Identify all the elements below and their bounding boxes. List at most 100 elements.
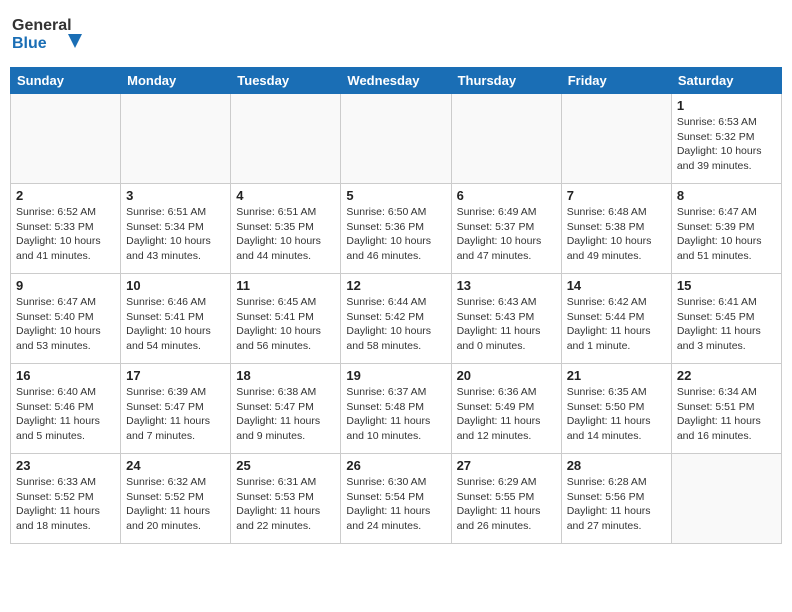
calendar-week-2: 9Sunrise: 6:47 AM Sunset: 5:40 PM Daylig… xyxy=(11,274,782,364)
day-info: Sunrise: 6:53 AM Sunset: 5:32 PM Dayligh… xyxy=(677,115,776,174)
calendar-cell xyxy=(671,454,781,544)
day-info: Sunrise: 6:44 AM Sunset: 5:42 PM Dayligh… xyxy=(346,295,445,354)
day-number: 27 xyxy=(457,458,556,473)
calendar-cell: 1 Sunrise: 6:53 AM Sunset: 5:32 PM Daylig… xyxy=(671,94,781,184)
day-number: 3 xyxy=(126,188,225,203)
weekday-header-thursday: Thursday xyxy=(451,68,561,94)
day-info: Sunrise: 6:42 AM Sunset: 5:44 PM Dayligh… xyxy=(567,295,666,354)
calendar-cell: 12 Sunrise: 6:44 AM Sunset: 5:42 PM Dayli… xyxy=(341,274,451,364)
day-info: Sunrise: 6:36 AM Sunset: 5:49 PM Dayligh… xyxy=(457,385,556,444)
calendar-cell: 9Sunrise: 6:47 AM Sunset: 5:40 PM Daylig… xyxy=(11,274,121,364)
day-number: 5 xyxy=(346,188,445,203)
day-number: 4 xyxy=(236,188,335,203)
calendar-week-4: 23 Sunrise: 6:33 AM Sunset: 5:52 PM Dayli… xyxy=(11,454,782,544)
calendar-cell: 18Sunrise: 6:38 AM Sunset: 5:47 PM Dayli… xyxy=(231,364,341,454)
weekday-header-saturday: Saturday xyxy=(671,68,781,94)
day-number: 23 xyxy=(16,458,115,473)
logo-text: General Blue xyxy=(10,10,90,59)
day-info: Sunrise: 6:49 AM Sunset: 5:37 PM Dayligh… xyxy=(457,205,556,264)
calendar-cell: 23 Sunrise: 6:33 AM Sunset: 5:52 PM Dayli… xyxy=(11,454,121,544)
day-info: Sunrise: 6:46 AM Sunset: 5:41 PM Dayligh… xyxy=(126,295,225,354)
calendar-cell xyxy=(341,94,451,184)
logo-svg: General Blue xyxy=(10,10,90,54)
day-info: Sunrise: 6:29 AM Sunset: 5:55 PM Dayligh… xyxy=(457,475,556,534)
day-number: 17 xyxy=(126,368,225,383)
calendar-cell: 25 Sunrise: 6:31 AM Sunset: 5:53 PM Dayli… xyxy=(231,454,341,544)
calendar-cell: 11 Sunrise: 6:45 AM Sunset: 5:41 PM Dayli… xyxy=(231,274,341,364)
day-number: 1 xyxy=(677,98,776,113)
day-info: Sunrise: 6:47 AM Sunset: 5:39 PM Dayligh… xyxy=(677,205,776,264)
day-info: Sunrise: 6:28 AM Sunset: 5:56 PM Dayligh… xyxy=(567,475,666,534)
weekday-header-monday: Monday xyxy=(121,68,231,94)
calendar-cell: 14 Sunrise: 6:42 AM Sunset: 5:44 PM Dayli… xyxy=(561,274,671,364)
day-info: Sunrise: 6:40 AM Sunset: 5:46 PM Dayligh… xyxy=(16,385,115,444)
day-number: 20 xyxy=(457,368,556,383)
day-info: Sunrise: 6:52 AM Sunset: 5:33 PM Dayligh… xyxy=(16,205,115,264)
day-number: 24 xyxy=(126,458,225,473)
day-number: 25 xyxy=(236,458,335,473)
day-number: 12 xyxy=(346,278,445,293)
day-info: Sunrise: 6:37 AM Sunset: 5:48 PM Dayligh… xyxy=(346,385,445,444)
day-info: Sunrise: 6:31 AM Sunset: 5:53 PM Dayligh… xyxy=(236,475,335,534)
day-number: 7 xyxy=(567,188,666,203)
calendar-cell xyxy=(121,94,231,184)
day-info: Sunrise: 6:51 AM Sunset: 5:35 PM Dayligh… xyxy=(236,205,335,264)
calendar-cell: 28Sunrise: 6:28 AM Sunset: 5:56 PM Dayli… xyxy=(561,454,671,544)
day-info: Sunrise: 6:30 AM Sunset: 5:54 PM Dayligh… xyxy=(346,475,445,534)
calendar-cell: 5 Sunrise: 6:50 AM Sunset: 5:36 PM Daylig… xyxy=(341,184,451,274)
day-number: 11 xyxy=(236,278,335,293)
calendar-cell: 16 Sunrise: 6:40 AM Sunset: 5:46 PM Dayli… xyxy=(11,364,121,454)
page-header: General Blue xyxy=(10,10,782,59)
calendar-cell: 4 Sunrise: 6:51 AM Sunset: 5:35 PM Daylig… xyxy=(231,184,341,274)
weekday-header-friday: Friday xyxy=(561,68,671,94)
calendar-cell: 19 Sunrise: 6:37 AM Sunset: 5:48 PM Dayli… xyxy=(341,364,451,454)
day-number: 15 xyxy=(677,278,776,293)
day-number: 21 xyxy=(567,368,666,383)
calendar-cell xyxy=(231,94,341,184)
calendar-cell xyxy=(561,94,671,184)
svg-text:General: General xyxy=(12,17,72,34)
day-number: 16 xyxy=(16,368,115,383)
day-number: 13 xyxy=(457,278,556,293)
calendar-cell: 27 Sunrise: 6:29 AM Sunset: 5:55 PM Dayli… xyxy=(451,454,561,544)
calendar-table: SundayMondayTuesdayWednesdayThursdayFrid… xyxy=(10,67,782,544)
day-number: 14 xyxy=(567,278,666,293)
day-info: Sunrise: 6:50 AM Sunset: 5:36 PM Dayligh… xyxy=(346,205,445,264)
day-info: Sunrise: 6:51 AM Sunset: 5:34 PM Dayligh… xyxy=(126,205,225,264)
day-number: 19 xyxy=(346,368,445,383)
calendar-header: SundayMondayTuesdayWednesdayThursdayFrid… xyxy=(11,68,782,94)
day-number: 26 xyxy=(346,458,445,473)
day-info: Sunrise: 6:43 AM Sunset: 5:43 PM Dayligh… xyxy=(457,295,556,354)
day-number: 18 xyxy=(236,368,335,383)
calendar-cell: 20 Sunrise: 6:36 AM Sunset: 5:49 PM Dayli… xyxy=(451,364,561,454)
calendar-cell: 24 Sunrise: 6:32 AM Sunset: 5:52 PM Dayli… xyxy=(121,454,231,544)
calendar-cell: 3 Sunrise: 6:51 AM Sunset: 5:34 PM Daylig… xyxy=(121,184,231,274)
calendar-cell: 10Sunrise: 6:46 AM Sunset: 5:41 PM Dayli… xyxy=(121,274,231,364)
calendar-cell: 6 Sunrise: 6:49 AM Sunset: 5:37 PM Daylig… xyxy=(451,184,561,274)
weekday-header-sunday: Sunday xyxy=(11,68,121,94)
svg-text:Blue: Blue xyxy=(12,35,47,52)
day-info: Sunrise: 6:41 AM Sunset: 5:45 PM Dayligh… xyxy=(677,295,776,354)
calendar-cell: 22 Sunrise: 6:34 AM Sunset: 5:51 PM Dayli… xyxy=(671,364,781,454)
day-info: Sunrise: 6:33 AM Sunset: 5:52 PM Dayligh… xyxy=(16,475,115,534)
calendar-body: 1 Sunrise: 6:53 AM Sunset: 5:32 PM Daylig… xyxy=(11,94,782,544)
day-number: 22 xyxy=(677,368,776,383)
calendar-cell: 17 Sunrise: 6:39 AM Sunset: 5:47 PM Dayli… xyxy=(121,364,231,454)
calendar-cell: 2Sunrise: 6:52 AM Sunset: 5:33 PM Daylig… xyxy=(11,184,121,274)
weekday-header-tuesday: Tuesday xyxy=(231,68,341,94)
calendar-cell: 8 Sunrise: 6:47 AM Sunset: 5:39 PM Daylig… xyxy=(671,184,781,274)
calendar-week-1: 2Sunrise: 6:52 AM Sunset: 5:33 PM Daylig… xyxy=(11,184,782,274)
day-number: 8 xyxy=(677,188,776,203)
calendar-cell: 21Sunrise: 6:35 AM Sunset: 5:50 PM Dayli… xyxy=(561,364,671,454)
day-info: Sunrise: 6:32 AM Sunset: 5:52 PM Dayligh… xyxy=(126,475,225,534)
day-info: Sunrise: 6:47 AM Sunset: 5:40 PM Dayligh… xyxy=(16,295,115,354)
logo: General Blue xyxy=(10,10,90,59)
day-info: Sunrise: 6:45 AM Sunset: 5:41 PM Dayligh… xyxy=(236,295,335,354)
day-number: 6 xyxy=(457,188,556,203)
weekday-header-row: SundayMondayTuesdayWednesdayThursdayFrid… xyxy=(11,68,782,94)
calendar-cell: 26 Sunrise: 6:30 AM Sunset: 5:54 PM Dayli… xyxy=(341,454,451,544)
day-info: Sunrise: 6:48 AM Sunset: 5:38 PM Dayligh… xyxy=(567,205,666,264)
day-info: Sunrise: 6:34 AM Sunset: 5:51 PM Dayligh… xyxy=(677,385,776,444)
day-info: Sunrise: 6:39 AM Sunset: 5:47 PM Dayligh… xyxy=(126,385,225,444)
weekday-header-wednesday: Wednesday xyxy=(341,68,451,94)
